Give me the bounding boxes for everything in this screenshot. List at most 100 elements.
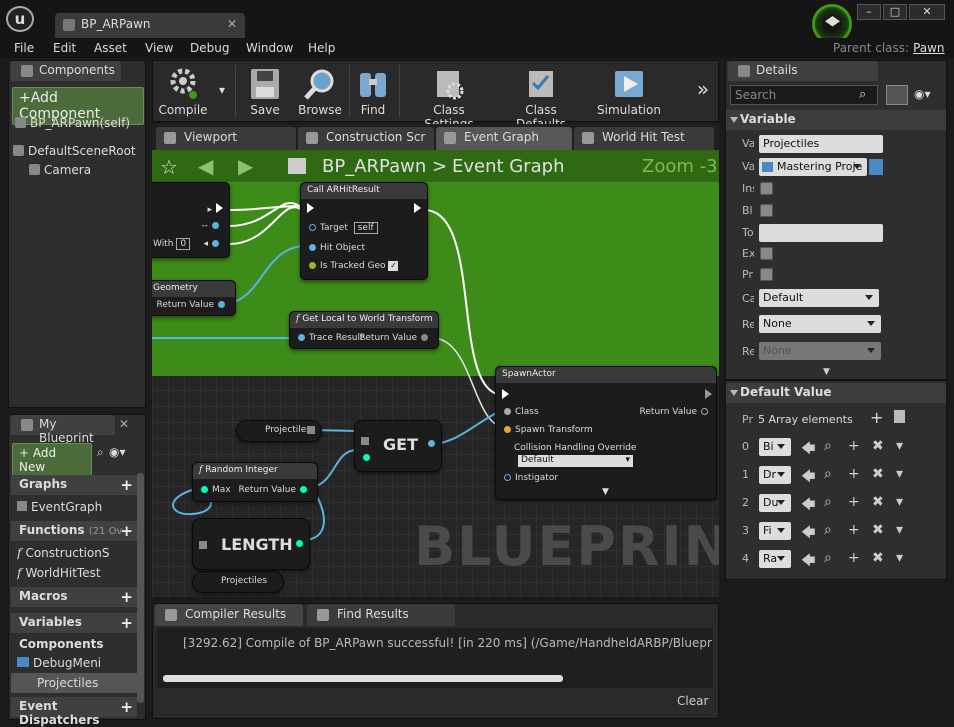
pin-out-3[interactable]: ◂: [203, 239, 223, 249]
my-blueprint-scrollbar[interactable]: [137, 473, 144, 703]
length-output-pin[interactable]: [292, 539, 307, 549]
toolbar-more-button[interactable]: »: [691, 61, 715, 121]
delete-element-icon[interactable]: ✖: [872, 438, 884, 454]
menu-debug[interactable]: Debug: [190, 41, 229, 55]
tab-find-results[interactable]: Find Results: [307, 604, 455, 626]
browse-button[interactable]: Browse: [293, 61, 347, 121]
default-value-section-header[interactable]: Default Value: [726, 383, 946, 403]
unreal-logo-icon[interactable]: u: [6, 6, 34, 32]
event-graph-item[interactable]: EventGraph: [17, 500, 102, 514]
max-pin[interactable]: Max: [197, 485, 231, 495]
with-value[interactable]: 0: [176, 238, 191, 250]
delete-element-icon[interactable]: ✖: [872, 522, 884, 538]
tab-compiler-results[interactable]: Compiler Results: [155, 604, 303, 626]
target-pin[interactable]: Target self: [305, 222, 378, 234]
menu-window[interactable]: Window: [246, 41, 293, 55]
class-defaults-button[interactable]: Class Defaults: [499, 61, 583, 131]
event-node-partial[interactable]: ▸ -- With 0 ◂: [152, 182, 230, 258]
menu-view[interactable]: View: [145, 41, 173, 55]
tab-viewport[interactable]: Viewport: [156, 127, 296, 150]
advanced-expand-icon[interactable]: ▼: [823, 367, 830, 377]
add-event-dispatcher-icon[interactable]: +: [120, 698, 133, 716]
insert-element-icon[interactable]: +: [848, 550, 860, 566]
menu-asset[interactable]: Asset: [94, 41, 127, 55]
projectiles-variable-selected[interactable]: Projectiles: [11, 673, 137, 693]
expose-on-spawn-checkbox[interactable]: [760, 247, 773, 260]
insert-element-icon[interactable]: +: [848, 522, 860, 538]
component-default-scene-root[interactable]: DefaultSceneRoot: [13, 144, 136, 158]
delete-element-icon[interactable]: ✖: [872, 550, 884, 566]
property-matrix-icon[interactable]: [886, 85, 908, 105]
with-pin[interactable]: With 0: [153, 238, 191, 250]
add-graph-icon[interactable]: +: [120, 476, 133, 494]
random-integer-node[interactable]: f Random Integer Max Return Value: [192, 462, 318, 502]
add-macro-icon[interactable]: +: [120, 588, 133, 606]
get-local-to-world-transform-node[interactable]: f Get Local to World Transform Trace Res…: [289, 311, 439, 349]
geometry-return-pin[interactable]: Return Value: [157, 300, 229, 310]
array-add-icon[interactable]: +: [870, 408, 883, 427]
tab-world-hit-test[interactable]: World Hit Test: [574, 127, 714, 150]
get-array-pin[interactable]: [361, 437, 369, 445]
graphs-category[interactable]: Graphs +: [11, 475, 137, 495]
pin-out-2[interactable]: --: [202, 221, 224, 231]
get-node[interactable]: GET: [354, 420, 442, 472]
blueprint-readonly-checkbox[interactable]: [760, 204, 773, 217]
debug-mesh-variable[interactable]: DebugMeni: [17, 656, 121, 670]
add-variable-icon[interactable]: +: [120, 614, 133, 632]
class-pin[interactable]: Class: [500, 407, 539, 417]
is-tracked-checkbox[interactable]: ✓: [388, 261, 399, 271]
component-self[interactable]: BP_ARPawn(self): [15, 116, 130, 130]
tab-event-graph[interactable]: Event Graph: [436, 127, 572, 150]
delete-element-icon[interactable]: ✖: [872, 494, 884, 510]
use-selected-arrow-icon[interactable]: 🡄: [801, 438, 815, 462]
construction-script-item[interactable]: f ConstructionS: [17, 546, 133, 560]
save-button[interactable]: Save: [241, 61, 289, 121]
compile-button[interactable]: Compile: [155, 61, 211, 121]
expand-arrow-icon[interactable]: ▼: [602, 487, 609, 497]
document-tab[interactable]: BP_ARPawn ✕: [55, 13, 245, 38]
get-output-pin[interactable]: [424, 439, 439, 449]
components-subcategory[interactable]: Components: [19, 637, 104, 651]
element-options-icon[interactable]: ▾: [896, 550, 903, 566]
array-element-2-dropdown[interactable]: Du: [759, 494, 791, 512]
variable-type-dropdown[interactable]: Mastering Proje: [759, 158, 867, 176]
array-pin-icon[interactable]: [307, 426, 315, 434]
maximize-button[interactable]: □: [883, 4, 907, 20]
use-selected-arrow-icon[interactable]: 🡄: [801, 522, 815, 546]
call-ar-hit-result-node[interactable]: Call ARHitResult Target self Hit Object …: [300, 182, 428, 280]
get-index-pin[interactable]: [359, 453, 374, 463]
find-button[interactable]: Find: [351, 61, 395, 121]
insert-element-icon[interactable]: +: [848, 466, 860, 482]
simulation-button[interactable]: Simulation: [595, 61, 663, 121]
use-selected-arrow-icon[interactable]: 🡄: [801, 494, 815, 518]
length-array-pin[interactable]: [199, 541, 207, 549]
details-tab[interactable]: Details: [728, 61, 878, 81]
instigator-pin[interactable]: Instigator: [500, 473, 558, 483]
replication-dropdown[interactable]: None: [759, 315, 881, 333]
browse-asset-icon[interactable]: ⌕: [824, 466, 832, 482]
array-element-1-dropdown[interactable]: Dr: [759, 466, 791, 484]
event-graph-canvas[interactable]: ☆ ◀ ▶ BP_ARPawn > Event Graph Zoom -3 BL…: [152, 150, 719, 597]
log-scrollbar[interactable]: [163, 675, 563, 682]
browse-asset-icon[interactable]: ⌕: [824, 550, 832, 566]
variable-section-header[interactable]: Variable: [726, 110, 946, 130]
browse-asset-icon[interactable]: ⌕: [824, 494, 832, 510]
tab-construction-script[interactable]: Construction Scr: [298, 127, 434, 150]
insert-element-icon[interactable]: +: [848, 494, 860, 510]
spawn-actor-node[interactable]: SpawnActor Class Return Value Spawn Tran…: [495, 366, 717, 500]
macros-category[interactable]: Macros +: [11, 587, 137, 607]
search-icon[interactable]: ⌕: [97, 445, 104, 460]
parent-class-link[interactable]: Pawn: [913, 41, 944, 55]
geometry-node[interactable]: Geometry Return Value: [152, 280, 236, 316]
container-type-icon[interactable]: [869, 159, 883, 175]
element-options-icon[interactable]: ▾: [896, 522, 903, 538]
component-camera[interactable]: Camera: [29, 163, 91, 177]
exec-pin-out[interactable]: [414, 203, 421, 215]
insert-element-icon[interactable]: +: [848, 438, 860, 454]
random-return-pin[interactable]: Return Value: [239, 485, 311, 495]
spawn-exec-in[interactable]: [502, 389, 509, 401]
add-function-icon[interactable]: +: [120, 522, 133, 540]
category-dropdown[interactable]: Default: [759, 289, 879, 307]
array-element-0-dropdown[interactable]: Bi: [759, 438, 791, 456]
functions-category[interactable]: Functions (21 Ov +: [11, 521, 137, 541]
